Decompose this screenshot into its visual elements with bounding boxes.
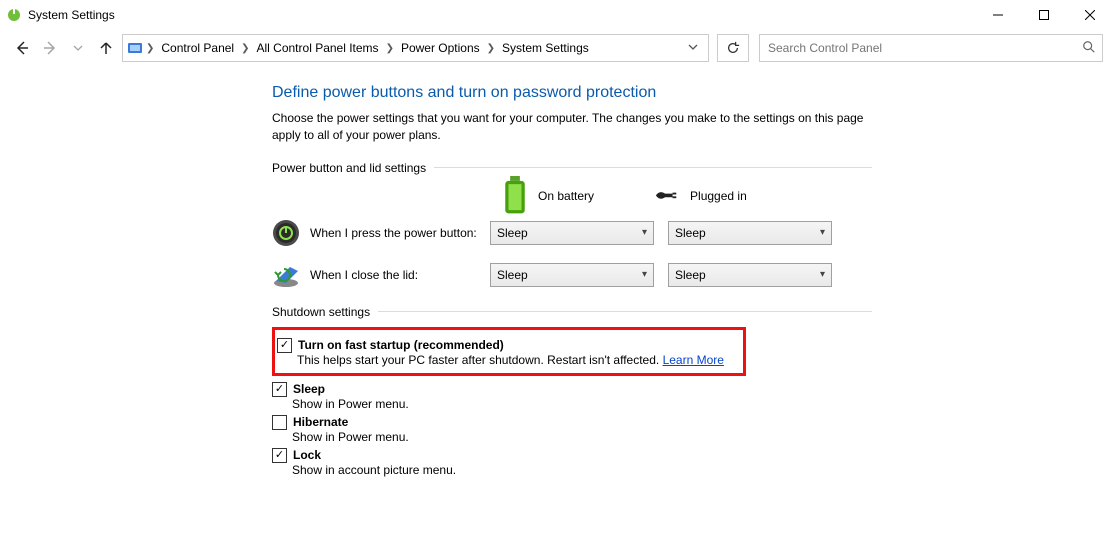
close-lid-icon [272, 261, 300, 289]
address-dropdown-button[interactable] [682, 41, 704, 55]
breadcrumb-all-items[interactable]: All Control Panel Items [253, 41, 383, 55]
on-battery-label: On battery [538, 189, 594, 203]
breadcrumb-system-settings[interactable]: System Settings [498, 41, 593, 55]
page-title: Define power buttons and turn on passwor… [272, 84, 872, 102]
section-rule [378, 311, 872, 312]
back-button[interactable] [10, 36, 34, 60]
hibernate-label: Hibernate [293, 415, 348, 429]
checkbox-row-lock: Lock Show in account picture menu. [272, 448, 872, 477]
close-button[interactable] [1067, 0, 1113, 30]
power-options-icon [6, 7, 22, 23]
sleep-label: Sleep [293, 382, 325, 396]
select-value: Sleep [675, 268, 706, 282]
breadcrumb-power-options[interactable]: Power Options [397, 41, 484, 55]
title-bar: System Settings [0, 0, 1113, 30]
refresh-button[interactable] [717, 34, 749, 62]
control-panel-icon [127, 40, 143, 56]
power-column-headers: On battery Plugged in [272, 183, 872, 209]
fast-startup-checkbox[interactable] [277, 338, 292, 353]
lock-desc: Show in account picture menu. [292, 463, 456, 477]
window-title: System Settings [28, 8, 115, 22]
chevron-right-icon: ❯ [145, 43, 155, 54]
select-value: Sleep [497, 268, 528, 282]
chevron-down-icon: ▾ [820, 269, 825, 280]
chevron-right-icon: ❯ [385, 43, 395, 54]
power-button-row-label: When I press the power button: [310, 226, 490, 240]
plug-icon [654, 183, 680, 209]
section-rule [434, 167, 872, 168]
chevron-down-icon: ▾ [820, 227, 825, 238]
battery-icon [502, 183, 528, 209]
lock-checkbox[interactable] [272, 448, 287, 463]
window: System Settings ❯ Control [0, 0, 1113, 545]
select-value: Sleep [675, 226, 706, 240]
sleep-checkbox[interactable] [272, 382, 287, 397]
row-power-button: When I press the power button: Sleep ▾ S… [272, 219, 872, 247]
power-button-icon [272, 219, 300, 247]
maximize-button[interactable] [1021, 0, 1067, 30]
plugged-in-label: Plugged in [690, 189, 747, 203]
row-close-lid: When I close the lid: Sleep ▾ Sleep ▾ [272, 261, 872, 289]
fast-startup-label: Turn on fast startup (recommended) [298, 338, 504, 352]
chevron-down-icon: ▾ [642, 227, 647, 238]
lock-label: Lock [293, 448, 321, 462]
section-shutdown-settings: Shutdown settings Turn on fast startup (… [272, 305, 872, 477]
checkbox-row-hibernate: Hibernate Show in Power menu. [272, 415, 872, 444]
chevron-down-icon: ▾ [642, 269, 647, 280]
search-box[interactable] [759, 34, 1103, 62]
sleep-desc: Show in Power menu. [292, 397, 409, 411]
section-heading: Power button and lid settings [272, 161, 426, 175]
checkbox-row-fast-startup: Turn on fast startup (recommended) This … [277, 338, 737, 367]
hibernate-checkbox[interactable] [272, 415, 287, 430]
highlight-box: Turn on fast startup (recommended) This … [272, 327, 746, 376]
section-power-buttons: Power button and lid settings On battery… [272, 161, 872, 289]
nav-bar: ❯ Control Panel ❯ All Control Panel Item… [0, 30, 1113, 66]
forward-button[interactable] [38, 36, 62, 60]
page-description: Choose the power settings that you want … [272, 110, 872, 145]
up-button[interactable] [94, 36, 118, 60]
learn-more-link[interactable]: Learn More [663, 353, 724, 367]
search-icon[interactable] [1082, 40, 1096, 57]
power-button-battery-select[interactable]: Sleep ▾ [490, 221, 654, 245]
address-bar[interactable]: ❯ Control Panel ❯ All Control Panel Item… [122, 34, 709, 62]
power-button-plugged-select[interactable]: Sleep ▾ [668, 221, 832, 245]
fast-startup-desc: This helps start your PC faster after sh… [297, 353, 663, 367]
hibernate-desc: Show in Power menu. [292, 430, 409, 444]
checkbox-row-sleep: Sleep Show in Power menu. [272, 382, 872, 411]
close-lid-battery-select[interactable]: Sleep ▾ [490, 263, 654, 287]
chevron-right-icon: ❯ [486, 43, 496, 54]
minimize-button[interactable] [975, 0, 1021, 30]
breadcrumb-control-panel[interactable]: Control Panel [157, 41, 238, 55]
search-input[interactable] [766, 40, 1082, 56]
close-lid-plugged-select[interactable]: Sleep ▾ [668, 263, 832, 287]
select-value: Sleep [497, 226, 528, 240]
recent-locations-button[interactable] [66, 36, 90, 60]
chevron-right-icon: ❯ [240, 43, 250, 54]
main-content: Define power buttons and turn on passwor… [0, 66, 872, 477]
section-heading: Shutdown settings [272, 305, 370, 319]
close-lid-row-label: When I close the lid: [310, 268, 490, 282]
